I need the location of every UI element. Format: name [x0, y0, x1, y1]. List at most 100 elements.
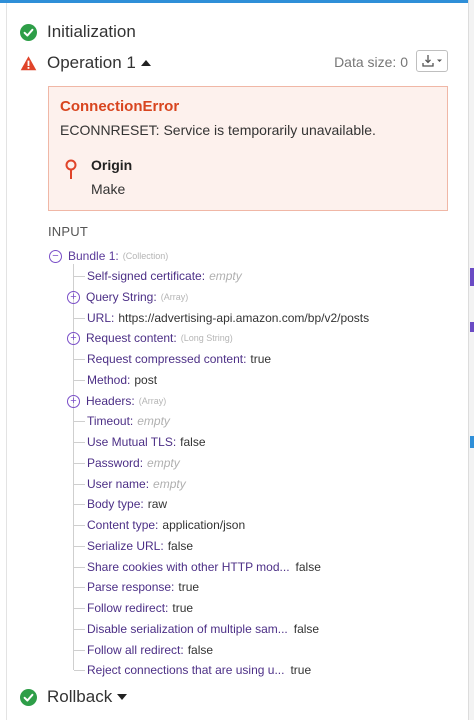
collapse-minus-icon[interactable]: −	[49, 249, 62, 263]
input-item-value: raw	[147, 497, 168, 511]
success-check-icon	[20, 688, 37, 706]
input-item-key: Share cookies with other HTTP mod...	[87, 560, 290, 574]
data-size-label: Data size: 0	[334, 54, 408, 70]
input-item-value: true	[290, 663, 312, 677]
tree-branch-line	[74, 463, 85, 464]
input-item-value: false	[187, 643, 214, 657]
input-item-key: URL:	[87, 311, 115, 325]
section-title: Operation 1	[47, 53, 136, 72]
tree-branch-line	[74, 587, 85, 588]
background-accent-mark	[470, 322, 474, 332]
panel-left-border	[6, 3, 7, 720]
input-item-value: false	[295, 560, 321, 574]
input-item-row: Share cookies with other HTTP mod... fals…	[87, 557, 321, 577]
input-item-value: post	[134, 373, 158, 387]
input-item-row[interactable]: + Headers: (Array)	[67, 391, 166, 411]
input-section-label: INPUT	[48, 224, 88, 239]
section-operation-1[interactable]: Operation 1	[20, 51, 151, 75]
input-item-value: empty	[147, 456, 180, 470]
error-title: ConnectionError	[60, 98, 180, 115]
tree-branch-line	[74, 629, 85, 630]
input-item-value: empty	[153, 477, 186, 491]
input-item-value: application/json	[162, 518, 246, 532]
input-item-kind: (Long String)	[180, 333, 233, 343]
input-item-row: Password: empty	[87, 453, 180, 473]
input-item-row: Serialize URL: false	[87, 536, 193, 556]
input-item-key: Disable serialization of multiple sam...	[87, 622, 288, 636]
bundle-1-row[interactable]: − Bundle 1: (Collection)	[49, 248, 168, 264]
input-item-key: Content type:	[87, 518, 159, 532]
input-item-value: false	[180, 435, 206, 449]
error-panel: ConnectionError ECONNRESET: Service is t…	[48, 86, 448, 211]
input-item-key: Parse response:	[87, 580, 175, 594]
download-icon	[422, 55, 442, 67]
tree-branch-line	[74, 608, 85, 609]
tree-branch-line	[74, 380, 85, 381]
input-item-key: Request compressed content:	[87, 352, 247, 366]
download-button[interactable]	[416, 50, 448, 72]
input-item-key: Password:	[87, 456, 144, 470]
input-item-row: Reject connections that are using u... tr…	[87, 660, 311, 680]
input-item-key: Self-signed certificate:	[87, 269, 206, 283]
input-item-key: Method:	[87, 373, 131, 387]
input-item-kind: (Array)	[138, 396, 167, 406]
input-item-value: false	[293, 622, 320, 636]
input-item-row: Use Mutual TLS: false	[87, 432, 206, 452]
background-scrollbar[interactable]	[468, 0, 474, 720]
input-item-row: Disable serialization of multiple sam...…	[87, 619, 319, 639]
input-item-row[interactable]: + Request content: (Long String)	[67, 328, 233, 348]
input-item-row: Self-signed certificate: empty	[87, 266, 242, 286]
input-item-key: Request content:	[86, 331, 177, 345]
origin-label: Origin	[91, 157, 133, 173]
origin-value: Make	[91, 181, 126, 197]
input-item-value: empty	[209, 269, 242, 283]
expand-plus-icon[interactable]: +	[67, 331, 80, 345]
bundle-kind: (Collection)	[122, 251, 169, 261]
input-item-value: true	[250, 352, 272, 366]
section-title: Initialization	[47, 22, 136, 41]
bundle-key: Bundle 1:	[68, 249, 119, 263]
collapse-caret-icon[interactable]	[140, 60, 151, 66]
input-item-row: Follow all redirect: false	[87, 640, 213, 660]
section-rollback[interactable]: Rollback	[20, 685, 128, 709]
tree-branch-line	[74, 650, 85, 651]
tree-branch-line	[74, 359, 85, 360]
section-initialization[interactable]: Initialization	[20, 20, 136, 44]
input-item-key: Serialize URL:	[87, 539, 164, 553]
expand-caret-icon[interactable]	[117, 694, 128, 700]
input-item-row: Request compressed content: true	[87, 349, 271, 369]
input-item-row: Body type: raw	[87, 494, 167, 514]
input-item-kind: (Array)	[160, 292, 189, 302]
tree-branch-line	[74, 318, 85, 319]
input-item-row: Timeout: empty	[87, 411, 170, 431]
success-check-icon	[20, 23, 37, 41]
tree-connector	[73, 264, 74, 670]
tree-branch-line	[74, 442, 85, 443]
input-item-value: true	[178, 580, 200, 594]
tree-branch-line	[74, 525, 85, 526]
input-item-value: https://advertising-api.amazon.com/bp/v2…	[118, 311, 370, 325]
input-item-key: Follow all redirect:	[87, 643, 184, 657]
tree-branch-line	[74, 421, 85, 422]
expand-plus-icon[interactable]: +	[67, 290, 80, 304]
input-item-row: URL: https://advertising-api.amazon.com/b…	[87, 308, 369, 328]
input-item-row: Content type: application/json	[87, 515, 245, 535]
tree-branch-line	[74, 504, 85, 505]
input-item-value: true	[172, 601, 194, 615]
input-item-row: Method: post	[87, 370, 157, 390]
input-item-key: Reject connections that are using u...	[87, 663, 285, 677]
tree-branch-line	[74, 546, 85, 547]
input-item-row[interactable]: + Query String: (Array)	[67, 287, 188, 307]
expand-plus-icon[interactable]: +	[67, 394, 80, 408]
input-item-row: User name: empty	[87, 474, 186, 494]
background-accent-mark	[470, 436, 474, 448]
input-item-key: Use Mutual TLS:	[87, 435, 177, 449]
error-message: ECONNRESET: Service is temporarily unava…	[60, 122, 376, 138]
origin-pin-icon	[65, 159, 77, 179]
tree-branch-line	[74, 567, 85, 568]
input-item-key: Query String:	[86, 290, 157, 304]
input-item-key: User name:	[87, 477, 150, 491]
warning-triangle-icon	[20, 55, 37, 70]
tree-branch-line	[74, 484, 85, 485]
input-item-row: Follow redirect: true	[87, 598, 193, 618]
